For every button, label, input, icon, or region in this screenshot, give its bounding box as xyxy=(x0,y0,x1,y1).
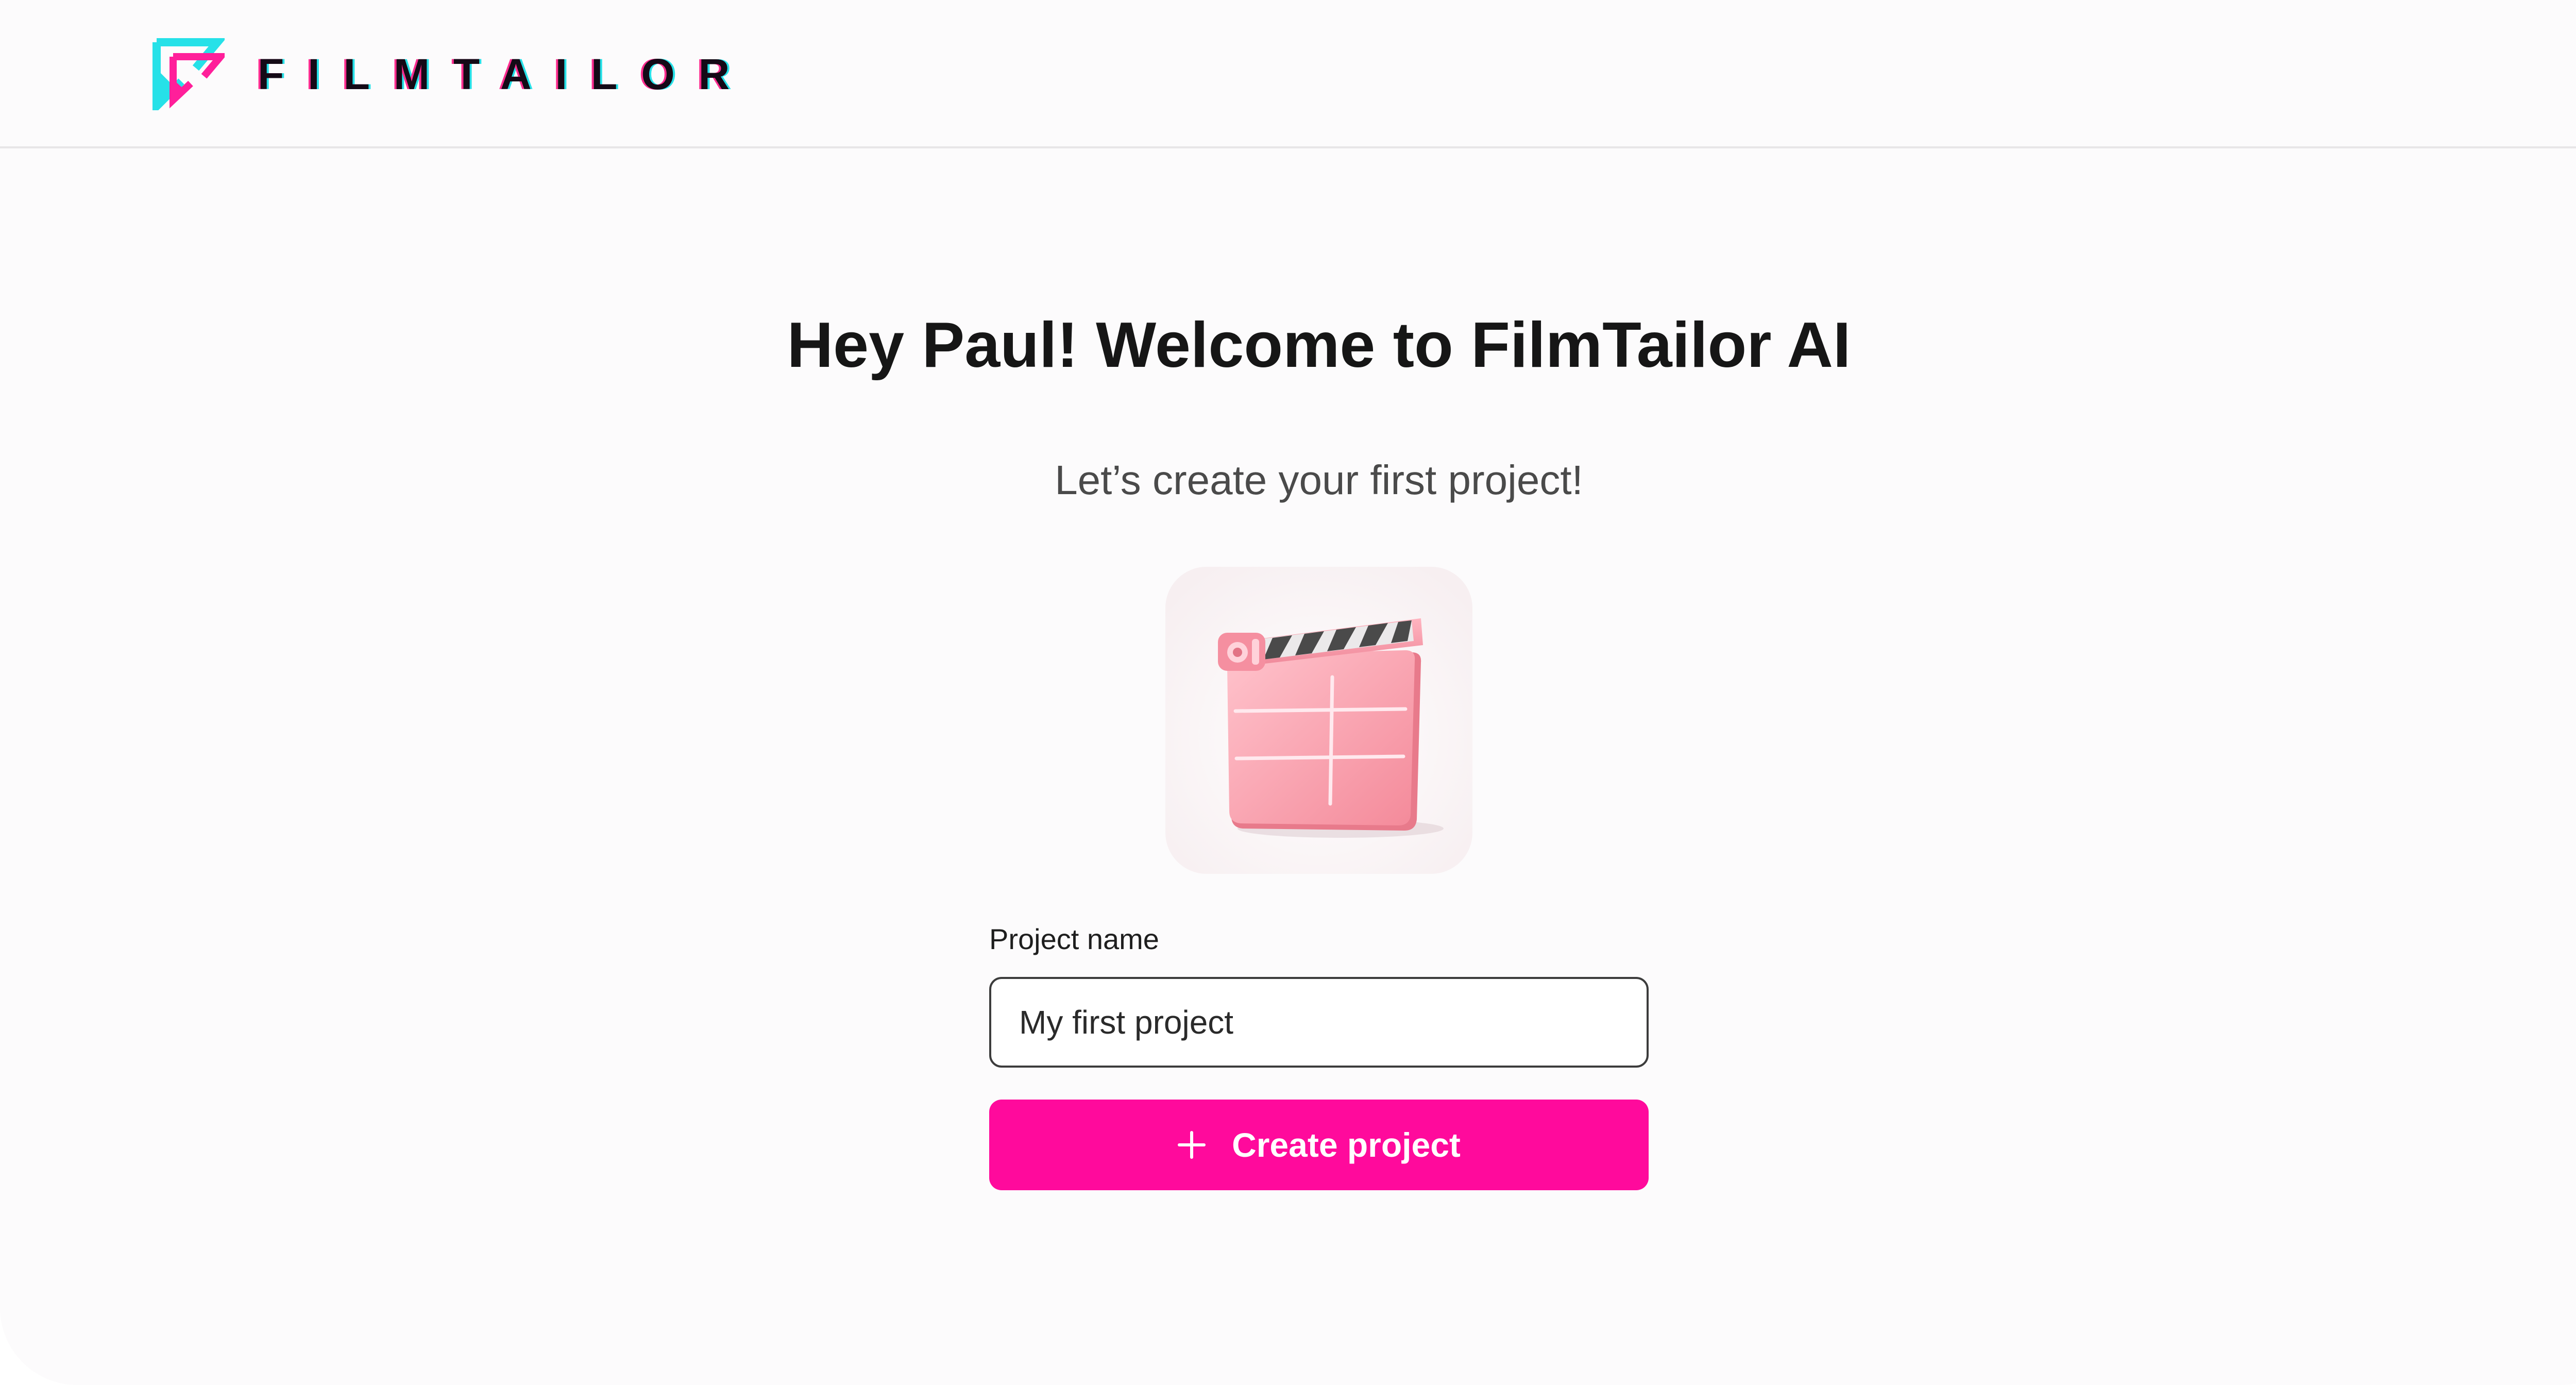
project-name-input[interactable] xyxy=(989,977,1649,1068)
brand-wordmark: FILMTAILOR xyxy=(258,50,754,98)
main-content: Hey Paul! Welcome to FilmTailor AI Let’s… xyxy=(0,148,2576,1385)
page-subtitle: Let’s create your first project! xyxy=(1055,457,1583,503)
project-name-label: Project name xyxy=(989,923,1159,955)
app-window: FILMTAILOR Hey Paul! Welcome to FilmTail… xyxy=(0,0,2576,1385)
create-project-button[interactable]: Create project xyxy=(989,1100,1649,1190)
top-header: FILMTAILOR xyxy=(0,0,2576,148)
plus-icon xyxy=(1177,1130,1206,1159)
filmtailor-logo-icon[interactable] xyxy=(152,38,229,116)
clapperboard-icon xyxy=(1165,567,1472,874)
page-title: Hey Paul! Welcome to FilmTailor AI xyxy=(787,310,1851,381)
create-project-button-label: Create project xyxy=(1232,1126,1461,1164)
